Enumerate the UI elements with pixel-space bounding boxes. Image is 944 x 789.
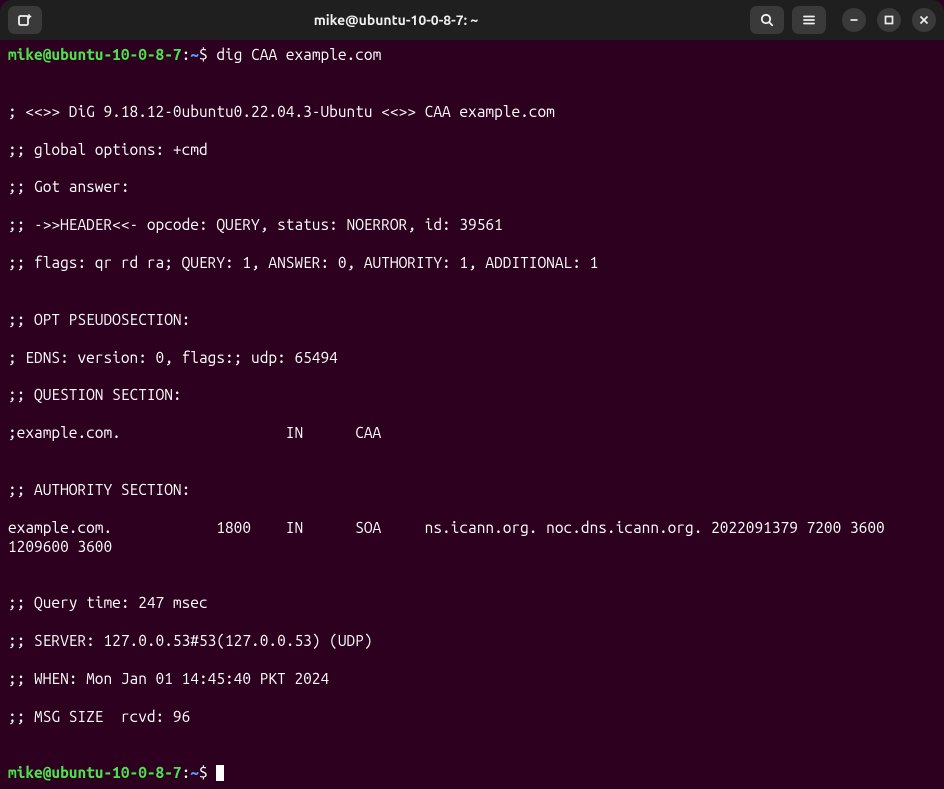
- minimize-button[interactable]: [842, 8, 866, 32]
- output-line: ;; WHEN: Mon Jan 01 14:45:40 PKT 2024: [8, 670, 936, 689]
- output-line: ;; global options: +cmd: [8, 141, 936, 160]
- prompt-user-host: mike@ubuntu-10-0-8-7: [8, 46, 182, 63]
- search-icon: [759, 12, 775, 28]
- output-line: ;; QUESTION SECTION:: [8, 386, 936, 405]
- output-line: ;; AUTHORITY SECTION:: [8, 481, 936, 500]
- output-line: ;example.com. IN CAA: [8, 424, 936, 443]
- cursor: [216, 765, 224, 781]
- output-line: ;; SERVER: 127.0.0.53#53(127.0.0.53) (UD…: [8, 632, 936, 651]
- window-controls: [842, 8, 936, 32]
- output-line: ;; ->>HEADER<<- opcode: QUERY, status: N…: [8, 216, 936, 235]
- prompt-colon: :: [182, 46, 191, 63]
- maximize-button[interactable]: [877, 8, 901, 32]
- prompt-user-host: mike@ubuntu-10-0-8-7: [8, 764, 182, 781]
- hamburger-menu-button[interactable]: [792, 6, 826, 34]
- terminal-output[interactable]: mike@ubuntu-10-0-8-7:~$ dig CAA example.…: [0, 40, 944, 789]
- close-button[interactable]: [912, 8, 936, 32]
- search-button[interactable]: [750, 6, 784, 34]
- hamburger-icon: [801, 12, 817, 28]
- output-line: ;; MSG SIZE rcvd: 96: [8, 708, 936, 727]
- prompt-path: ~: [190, 764, 199, 781]
- titlebar: mike@ubuntu-10-0-8-7: ~: [0, 0, 944, 40]
- output-line: ; EDNS: version: 0, flags:; udp: 65494: [8, 349, 936, 368]
- maximize-icon: [884, 15, 894, 25]
- output-line: ; <<>> DiG 9.18.12-0ubuntu0.22.04.3-Ubun…: [8, 103, 936, 122]
- prompt-colon: :: [182, 764, 191, 781]
- window-title: mike@ubuntu-10-0-8-7: ~: [50, 12, 742, 28]
- output-line: ;; flags: qr rd ra; QUERY: 1, ANSWER: 0,…: [8, 254, 936, 273]
- output-line: ;; Query time: 247 msec: [8, 594, 936, 613]
- output-line: ;; OPT PSEUDOSECTION:: [8, 311, 936, 330]
- close-icon: [919, 15, 929, 25]
- prompt-symbol: $: [199, 764, 208, 781]
- prompt-path: ~: [190, 46, 199, 63]
- command-text: dig CAA example.com: [216, 46, 381, 63]
- output-line: ;; Got answer:: [8, 178, 936, 197]
- prompt-symbol: $: [199, 46, 208, 63]
- new-tab-icon: [17, 12, 33, 28]
- minimize-icon: [849, 15, 859, 25]
- new-tab-button[interactable]: [8, 6, 42, 34]
